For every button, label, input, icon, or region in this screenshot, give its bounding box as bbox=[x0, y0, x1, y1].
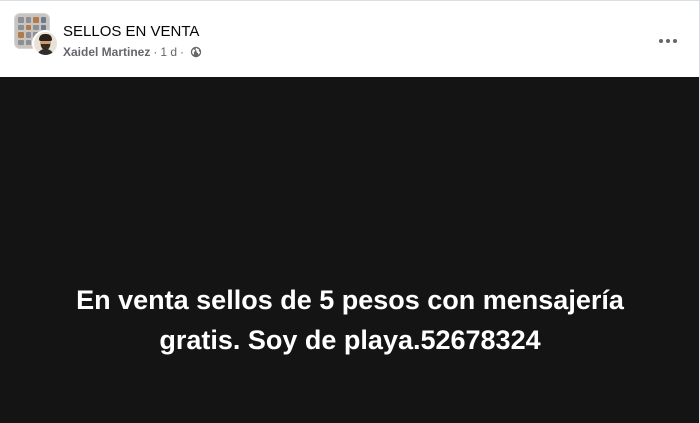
avatar-stack[interactable] bbox=[14, 13, 59, 57]
group-name-link[interactable]: SELLOS EN VENTA bbox=[63, 23, 199, 40]
post-text-background: En venta sellos de 5 pesos con mensajerí… bbox=[0, 77, 700, 423]
post-header: SELLOS EN VENTA Xaidel Martinez · 1 d · bbox=[0, 1, 700, 67]
post-meta: Xaidel Martinez · 1 d · bbox=[63, 45, 202, 59]
author-name-link[interactable]: Xaidel Martinez bbox=[63, 45, 150, 59]
meta-separator: · bbox=[180, 45, 185, 59]
post-text: En venta sellos de 5 pesos con mensajerí… bbox=[76, 285, 624, 355]
more-horizontal-icon bbox=[659, 39, 677, 43]
globe-icon[interactable] bbox=[190, 46, 202, 58]
more-options-button[interactable] bbox=[654, 29, 682, 53]
facebook-post: SELLOS EN VENTA Xaidel Martinez · 1 d · bbox=[0, 0, 700, 423]
meta-separator: · bbox=[153, 45, 158, 59]
user-avatar[interactable] bbox=[32, 30, 59, 57]
post-time-link[interactable]: 1 d bbox=[160, 45, 177, 59]
